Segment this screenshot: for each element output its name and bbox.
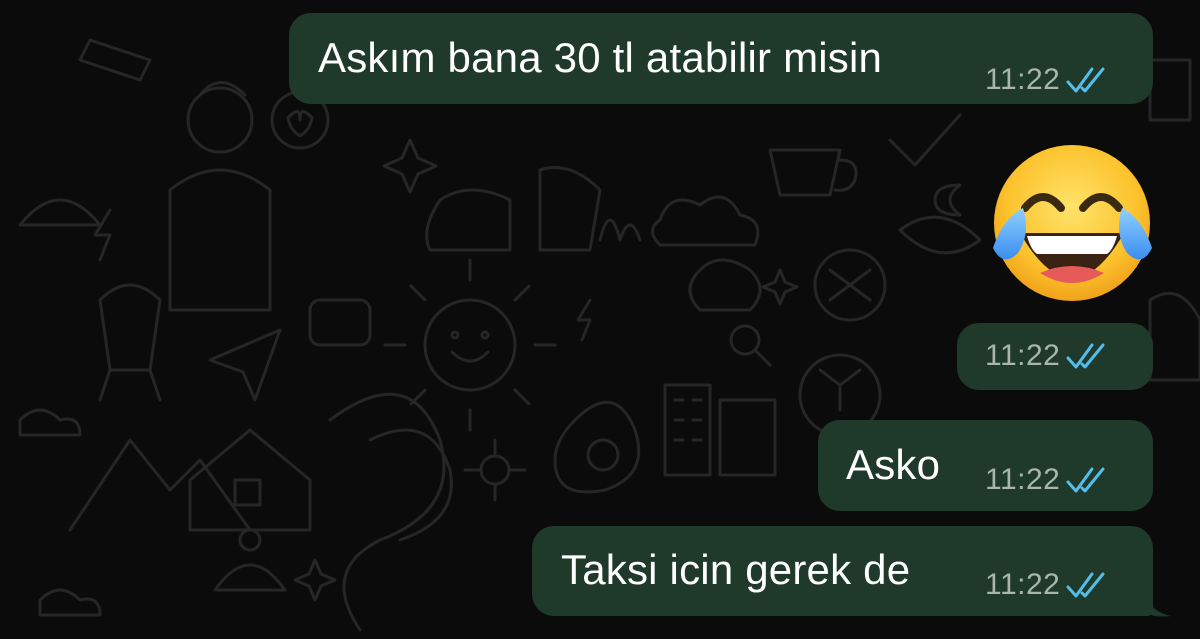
read-ticks-icon bbox=[1066, 66, 1108, 94]
message-time: 11:22 bbox=[985, 463, 1061, 496]
outgoing-message-bubble[interactable]: 11:22 bbox=[957, 323, 1153, 390]
bubble-tail-icon bbox=[1145, 594, 1171, 617]
read-ticks-icon bbox=[1066, 571, 1108, 599]
message-meta: 11:22 bbox=[985, 568, 1108, 602]
message-text: Taksi icin gerek de bbox=[561, 546, 911, 593]
outgoing-message-bubble[interactable]: Asko 11:22 bbox=[818, 420, 1153, 511]
message-text: Askım bana 30 tl atabilir misin bbox=[318, 34, 883, 81]
message-meta: 11:22 bbox=[985, 463, 1108, 497]
outgoing-message-bubble[interactable]: Taksi icin gerek de 11:22 bbox=[532, 526, 1153, 616]
message-time: 11:22 bbox=[985, 568, 1061, 601]
message-meta: 11:22 bbox=[985, 63, 1108, 97]
outgoing-message-bubble[interactable]: Askım bana 30 tl atabilir misin 11:22 bbox=[289, 13, 1153, 104]
message-time: 11:22 bbox=[985, 339, 1061, 372]
message-meta: 11:22 bbox=[985, 339, 1108, 373]
message-text: Asko bbox=[846, 441, 941, 488]
read-ticks-icon bbox=[1066, 466, 1108, 494]
message-time: 11:22 bbox=[985, 63, 1061, 96]
read-ticks-icon bbox=[1066, 342, 1108, 370]
emoji-message[interactable] bbox=[985, 138, 1160, 308]
face-with-tears-of-joy-icon bbox=[993, 145, 1152, 301]
